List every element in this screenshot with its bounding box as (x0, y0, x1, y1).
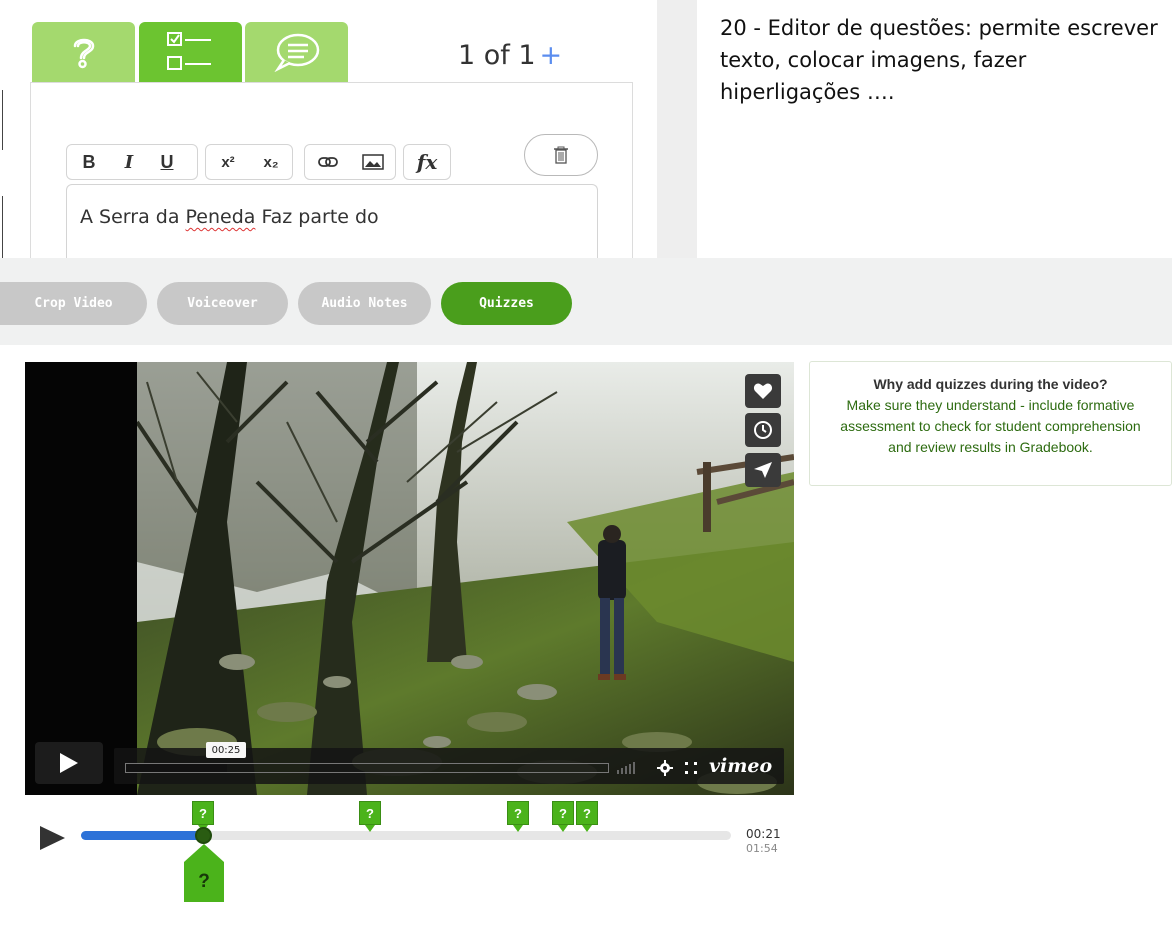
tab-comments[interactable] (245, 22, 348, 82)
tab-multiple-choice[interactable] (139, 22, 242, 82)
share-button[interactable] (745, 453, 781, 487)
left-edge-line (2, 196, 3, 258)
play-icon (60, 753, 78, 773)
vimeo-logo[interactable]: vimeo (709, 755, 772, 777)
video-play-button[interactable] (35, 742, 103, 784)
video-progress-bar[interactable] (125, 763, 609, 773)
info-title: Why add quizzes during the video? (873, 376, 1108, 392)
quizzes-button[interactable]: Quizzes (441, 282, 572, 325)
insert-group (304, 144, 396, 180)
watch-later-button[interactable] (745, 413, 781, 447)
page-counter-label: 1 of 1 (458, 40, 536, 71)
volume-icon[interactable] (617, 760, 647, 774)
send-icon (754, 462, 772, 478)
video-letterbox (25, 362, 137, 795)
image-icon (362, 154, 384, 170)
misspelled-word: Peneda (185, 206, 256, 228)
video-frame (137, 362, 794, 795)
divider-band (657, 0, 697, 258)
timeline-progress-fill (81, 831, 202, 840)
fullscreen-icon[interactable] (684, 761, 698, 775)
video-quiz-editor: Crop Video Voiceover Audio Notes Quizzes (0, 258, 1172, 933)
formula-group: fx (403, 144, 451, 180)
link-icon (318, 157, 338, 167)
info-body-line: assessment to check for student comprehe… (840, 418, 1141, 434)
info-body-line: Make sure they understand - include form… (846, 397, 1135, 413)
video-player[interactable]: 00:25 vimeo (25, 362, 794, 795)
timeline-track[interactable] (81, 831, 731, 840)
video-progress-fill (126, 764, 228, 772)
current-time: 00:21 (746, 827, 781, 841)
heart-icon (753, 383, 773, 399)
question-text-start: A Serra da (80, 206, 186, 228)
question-text: A Serra da Peneda Faz parte do (80, 206, 379, 228)
script-group: x² x₂ (205, 144, 293, 180)
quiz-marker[interactable]: ? (192, 801, 214, 832)
chat-bubble-icon (273, 33, 319, 72)
clock-icon (754, 421, 772, 439)
timeline-play-icon[interactable] (40, 826, 65, 850)
add-quiz-pointer (184, 844, 224, 862)
time-tooltip: 00:25 (206, 742, 246, 758)
quiz-info-box: Why add quizzes during the video? Make s… (809, 361, 1172, 486)
audio-notes-button[interactable]: Audio Notes (298, 282, 431, 325)
bold-button[interactable]: B (67, 145, 111, 179)
info-body-line: and review results in Gradebook. (888, 439, 1093, 455)
italic-button[interactable]: I (111, 145, 147, 179)
mode-bar: Crop Video Voiceover Audio Notes Quizzes (0, 258, 1172, 345)
crop-video-button[interactable]: Crop Video (0, 282, 147, 325)
question-editor-panel: 1 of 1 + B I U x² x₂ fx A Serra da Peneda… (0, 0, 660, 258)
tab-question[interactable] (32, 22, 135, 82)
quiz-marker[interactable]: ? (576, 801, 598, 832)
text-format-group: B I U (66, 144, 198, 180)
checklist-icon (166, 32, 211, 70)
formula-button[interactable]: fx (404, 145, 450, 179)
superscript-button[interactable]: x² (206, 145, 250, 179)
underline-button[interactable]: U (147, 145, 187, 179)
question-icon (73, 38, 94, 69)
timeline-playhead[interactable] (195, 827, 212, 844)
trash-icon (554, 146, 568, 164)
add-page-button[interactable]: + (540, 40, 563, 71)
quiz-marker[interactable]: ? (507, 801, 529, 832)
total-time: 01:54 (746, 842, 778, 855)
settings-icon[interactable] (657, 760, 673, 776)
subscript-button[interactable]: x₂ (250, 145, 292, 179)
insert-link-button[interactable] (305, 145, 351, 179)
delete-question-button[interactable] (524, 134, 598, 176)
voiceover-button[interactable]: Voiceover (157, 282, 288, 325)
left-edge-line (2, 90, 3, 150)
question-text-end: Faz parte do (255, 206, 379, 228)
caption-text: 20 - Editor de questões: permite escreve… (720, 16, 1158, 104)
add-quiz-marker[interactable]: ? (184, 862, 224, 902)
like-button[interactable] (745, 374, 781, 408)
page-counter: 1 of 1 + (458, 40, 562, 71)
quiz-marker[interactable]: ? (359, 801, 381, 832)
insert-image-button[interactable] (351, 145, 395, 179)
quiz-marker[interactable]: ? (552, 801, 574, 832)
